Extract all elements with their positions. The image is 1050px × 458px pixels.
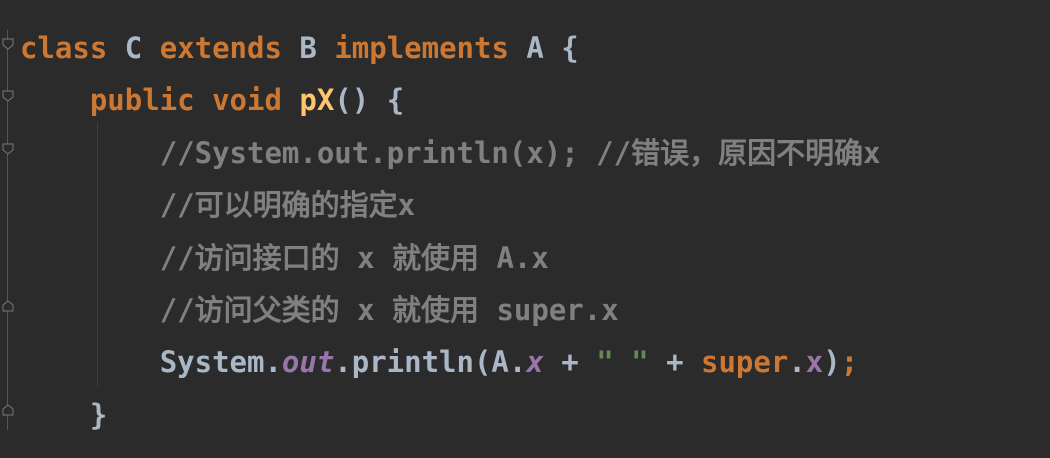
- fold-end-icon[interactable]: [2, 300, 14, 312]
- code-token: //访问接口的 x 就使用 A.x: [159, 240, 549, 275]
- editor-gutter: [0, 0, 18, 458]
- code-token: .println(A.: [334, 345, 527, 380]
- code-line[interactable]: System.out.println(A.x + " " + super.x);: [20, 336, 881, 388]
- fold-collapse-icon[interactable]: [2, 143, 14, 155]
- code-token: //可以明确的指定x: [159, 188, 416, 223]
- code-token: }: [89, 397, 108, 432]
- code-token: System.: [159, 345, 282, 380]
- fold-end-icon[interactable]: [2, 404, 14, 416]
- code-token: public: [89, 83, 195, 118]
- code-line[interactable]: class C extends B implements A {: [20, 22, 881, 74]
- code-line[interactable]: }: [20, 389, 881, 441]
- code-token: pX: [299, 83, 335, 118]
- code-token: //System.out.println(x); //错误，原因不明确x: [159, 135, 881, 170]
- code-token: ;: [840, 345, 859, 380]
- code-token: " ": [596, 345, 649, 380]
- fold-collapse-icon[interactable]: [2, 90, 14, 102]
- fold-collapse-icon[interactable]: [2, 38, 14, 50]
- code-token: +: [543, 345, 597, 380]
- code-line[interactable]: public void pX() {: [20, 74, 881, 126]
- code-token: B: [281, 31, 335, 65]
- code-token: class: [20, 31, 108, 65]
- code-line[interactable]: //System.out.println(x); //错误，原因不明确x: [20, 127, 881, 179]
- code-token: +: [648, 345, 701, 380]
- code-line[interactable]: //可以明确的指定x: [20, 179, 881, 231]
- code-token: void: [212, 83, 282, 118]
- code-token: x: [526, 345, 544, 380]
- code-line[interactable]: //访问接口的 x 就使用 A.x: [20, 232, 881, 284]
- code-token: C: [107, 31, 160, 65]
- code-token: implements: [334, 31, 509, 65]
- code-token: extends: [159, 31, 282, 65]
- code-line[interactable]: //访问父类的 x 就使用 super.x: [20, 284, 881, 336]
- code-token: ): [823, 345, 841, 380]
- code-content[interactable]: class C extends B implements A { public …: [20, 22, 881, 441]
- code-token: super: [701, 345, 789, 380]
- code-token: .: [788, 345, 806, 380]
- code-token: A {: [508, 31, 579, 65]
- code-token: //访问父类的 x 就使用 super.x: [159, 292, 619, 327]
- code-token: () {: [334, 83, 405, 118]
- code-token: out: [281, 345, 335, 380]
- code-token: x: [805, 345, 824, 380]
- code-editor[interactable]: class C extends B implements A { public …: [0, 0, 1050, 458]
